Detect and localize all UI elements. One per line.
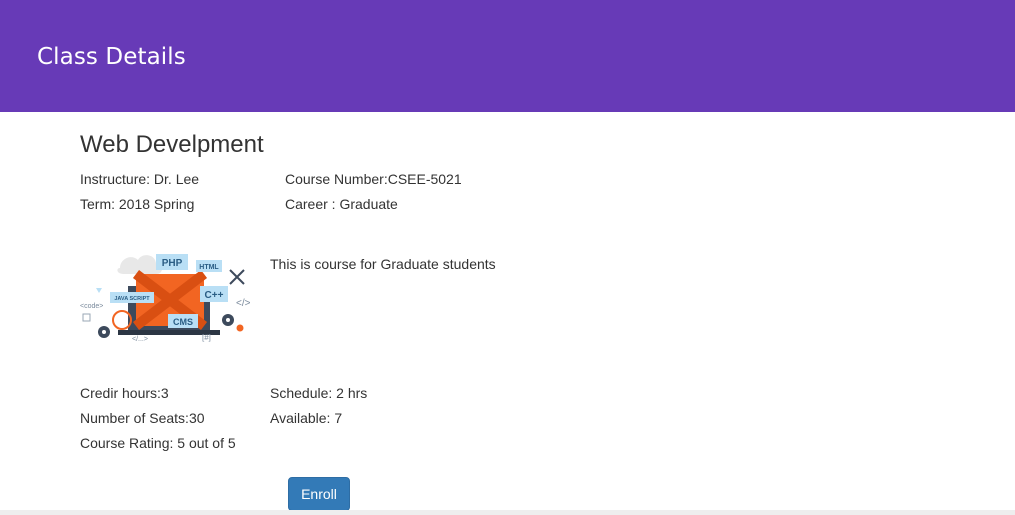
cpp-label: C++ — [205, 290, 224, 301]
available-text: Available: 7 — [270, 410, 343, 426]
ellipsis-tag-text: </...> — [132, 336, 148, 343]
dna-icon — [229, 269, 245, 285]
code-tag-text: <code> — [80, 303, 103, 310]
app-header: Class Details — [0, 0, 1015, 112]
seats-text: Number of Seats:30 — [80, 410, 205, 426]
term-text: Term: 2018 Spring — [80, 196, 195, 212]
instructor-text: Instructure: Dr. Lee — [80, 171, 200, 187]
rating-text: Course Rating: 5 out of 5 — [80, 435, 236, 451]
schedule-text: Schedule: 2 hrs — [270, 385, 368, 401]
html-label: HTML — [199, 264, 219, 271]
cms-label: CMS — [173, 317, 193, 327]
close-tag-text: </> — [236, 298, 251, 309]
course-number-text: Course Number:CSEE-5021 — [285, 171, 462, 187]
triangle-icon — [96, 288, 102, 293]
page-title: Class Details — [37, 44, 186, 70]
php-label: PHP — [162, 258, 183, 269]
credit-hours-text: Credir hours:3 — [80, 385, 169, 401]
enroll-button[interactable]: Enroll — [288, 477, 350, 511]
career-text: Career : Graduate — [285, 196, 398, 212]
course-image: PHP HTML JAVA SCRIPT C++ CMS <code> </> … — [80, 254, 251, 343]
course-description: This is course for Graduate students — [270, 256, 496, 272]
bottom-divider — [0, 510, 1015, 515]
window-icon — [82, 313, 91, 322]
hash-tag-text: [#] — [202, 333, 211, 342]
javascript-label: JAVA SCRIPT — [114, 296, 150, 302]
gear-small-icon — [236, 324, 244, 332]
course-title: Web Develpment — [80, 131, 264, 158]
